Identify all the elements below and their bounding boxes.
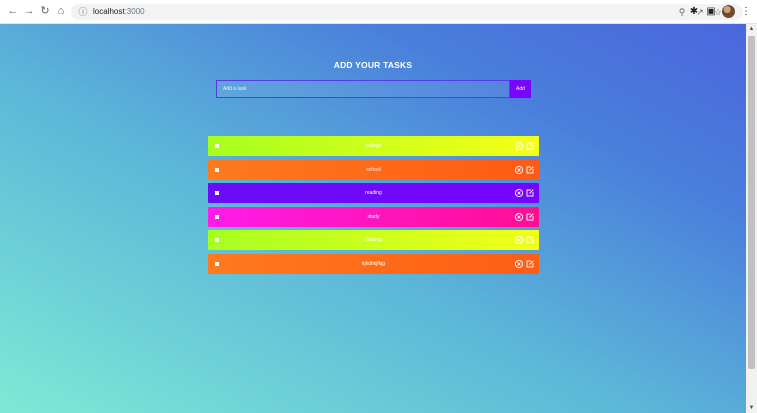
page-title: ADD YOUR TASKS <box>333 60 413 70</box>
zoom-icon[interactable]: ⚲ <box>676 6 688 18</box>
delete-icon[interactable] <box>514 259 524 269</box>
task-item[interactable]: study <box>208 206 539 227</box>
edit-icon[interactable] <box>525 165 535 175</box>
back-icon[interactable]: ← <box>6 4 20 18</box>
task-label: study <box>367 213 380 220</box>
task-item[interactable]: kjkdhkjfkjg <box>208 254 539 274</box>
task-label: kjkdhkjfkjg <box>361 261 386 267</box>
delete-icon[interactable] <box>514 235 524 245</box>
info-icon[interactable]: ⓘ <box>77 6 89 18</box>
url-text[interactable]: localhost:3000 <box>93 6 145 18</box>
edit-icon[interactable] <box>525 141 535 151</box>
menu-icon[interactable]: ⋮ <box>740 5 752 19</box>
task-item[interactable]: school <box>208 159 539 180</box>
edit-icon[interactable] <box>525 235 535 245</box>
address-bar[interactable]: ⓘ localhost:3000 ⚲ ↗ ☆ <box>71 4 743 20</box>
task-input[interactable] <box>217 81 509 97</box>
scrollbar[interactable]: ▲ ▼ <box>746 24 757 413</box>
extensions-icon[interactable]: ✱ <box>688 5 700 19</box>
task-item[interactable]: walking <box>208 230 539 251</box>
forward-icon[interactable]: → <box>22 4 36 18</box>
delete-icon[interactable] <box>514 141 524 151</box>
edit-icon[interactable] <box>525 212 535 222</box>
edit-icon[interactable] <box>525 188 535 198</box>
home-icon[interactable]: ⌂ <box>54 4 68 18</box>
delete-icon[interactable] <box>514 188 524 198</box>
reload-icon[interactable]: ↻ <box>38 4 52 18</box>
task-input-wrapper <box>216 80 510 98</box>
scroll-thumb[interactable] <box>748 36 755 369</box>
browser-toolbar: ← → ↻ ⌂ ⓘ localhost:3000 ⚲ ↗ ☆ ✱ ▣ ⋮ <box>0 0 757 24</box>
delete-icon[interactable] <box>514 212 524 222</box>
profile-avatar[interactable] <box>722 5 735 18</box>
delete-icon[interactable] <box>514 165 524 175</box>
scroll-down-icon[interactable]: ▼ <box>746 403 757 413</box>
task-item[interactable]: college <box>208 136 539 156</box>
task-label: walking <box>365 237 382 244</box>
edit-icon[interactable] <box>525 259 535 269</box>
add-task-button[interactable]: Add <box>510 80 531 98</box>
scroll-up-icon[interactable]: ▲ <box>746 24 757 34</box>
task-item[interactable]: reading <box>208 183 539 204</box>
task-label: school <box>366 166 381 173</box>
sidepanel-icon[interactable]: ▣ <box>705 5 717 19</box>
task-label: college <box>365 143 382 149</box>
task-label: reading <box>365 190 382 197</box>
